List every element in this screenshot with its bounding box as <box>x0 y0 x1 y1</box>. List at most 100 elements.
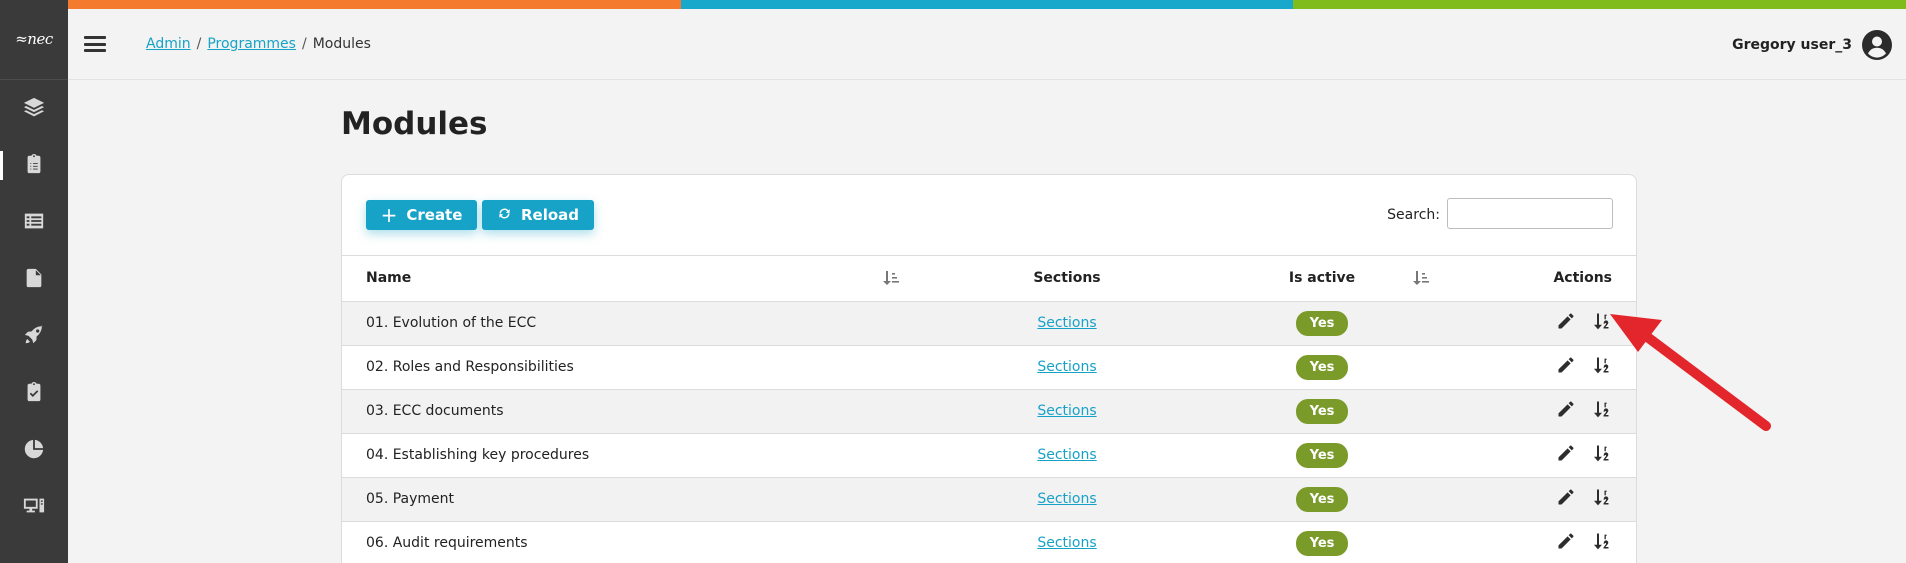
sort-order-icon[interactable] <box>1592 311 1612 331</box>
desktop-icon <box>23 495 45 521</box>
module-name: 03. ECC documents <box>342 389 972 434</box>
column-header-name: Name <box>342 256 882 302</box>
page-title: Modules <box>341 106 488 142</box>
sidebar-item-modules[interactable] <box>0 137 68 194</box>
edit-pencil-icon[interactable] <box>1556 487 1576 507</box>
table-row: 05. Payment Sections Yes <box>342 477 1636 522</box>
actions-cell <box>1452 389 1636 434</box>
actions-cell <box>1452 521 1636 563</box>
rocket-icon <box>23 324 45 350</box>
module-name: 02. Roles and Responsibilities <box>342 345 972 390</box>
modules-table: Name Sections Is active Actions 01. Evol… <box>342 256 1636 563</box>
brand-bar-orange <box>68 0 681 9</box>
table-toolbar: + Create Reload Search: <box>342 175 1636 256</box>
clipboard-check-icon <box>23 381 45 407</box>
sort-amount-down-icon[interactable] <box>882 270 900 286</box>
search-label: Search: <box>1387 207 1440 223</box>
actions-cell <box>1452 301 1636 346</box>
row-actions <box>1556 531 1612 551</box>
sections-link[interactable]: Sections <box>1037 491 1096 507</box>
breadcrumb-link-admin[interactable]: Admin <box>146 36 191 52</box>
sort-order-icon[interactable] <box>1592 443 1612 463</box>
sections-cell: Sections <box>972 345 1162 390</box>
brand-bar-blue <box>680 0 1294 9</box>
user-name: Gregory user_3 <box>1732 36 1852 53</box>
module-name: 06. Audit requirements <box>342 521 972 563</box>
sidebar-item-devices[interactable] <box>0 479 68 536</box>
list-icon <box>23 210 45 236</box>
sort-order-icon[interactable] <box>1592 487 1612 507</box>
sidebar: ≈nec <box>0 0 68 563</box>
layers-icon <box>23 96 45 122</box>
sections-link[interactable]: Sections <box>1037 535 1096 551</box>
column-header-is-active-label: Is active <box>1288 270 1356 287</box>
brand-color-bar <box>68 0 1906 9</box>
actions-cell <box>1452 477 1636 522</box>
create-button[interactable]: + Create <box>366 200 477 230</box>
active-badge: Yes <box>1295 354 1349 380</box>
reload-button[interactable]: Reload <box>482 200 594 230</box>
active-badge: Yes <box>1295 398 1349 424</box>
table-row: 04. Establishing key procedures Sections… <box>342 433 1636 478</box>
plus-icon: + <box>380 203 398 227</box>
clipboard-list-icon <box>23 153 45 179</box>
row-actions <box>1556 443 1612 463</box>
table-row: 06. Audit requirements Sections Yes <box>342 521 1636 563</box>
breadcrumb: Admin / Programmes / Modules <box>146 36 371 52</box>
sidebar-item-reports[interactable] <box>0 422 68 479</box>
is-active-cell: Yes <box>1162 477 1452 522</box>
edit-pencil-icon[interactable] <box>1556 311 1576 331</box>
column-header-is-active[interactable]: Is active <box>1162 256 1452 302</box>
refresh-icon <box>497 206 512 225</box>
pie-chart-icon <box>23 438 45 464</box>
is-active-header-wrap: Is active <box>1192 270 1452 286</box>
module-name: 04. Establishing key procedures <box>342 433 972 478</box>
is-active-cell: Yes <box>1162 433 1452 478</box>
active-badge: Yes <box>1295 530 1349 556</box>
edit-pencil-icon[interactable] <box>1556 531 1576 551</box>
sidebar-item-documents[interactable] <box>0 251 68 308</box>
logo[interactable]: ≈nec <box>0 0 68 80</box>
actions-cell <box>1452 345 1636 390</box>
sort-order-icon[interactable] <box>1592 531 1612 551</box>
brand-bar-green <box>1293 0 1906 9</box>
edit-pencil-icon[interactable] <box>1556 399 1576 419</box>
row-actions <box>1556 355 1612 375</box>
module-name: 05. Payment <box>342 477 972 522</box>
modules-table-body: 01. Evolution of the ECC Sections Yes 02… <box>342 301 1636 563</box>
edit-pencil-icon[interactable] <box>1556 355 1576 375</box>
active-badge: Yes <box>1295 442 1349 468</box>
sidebar-item-layers[interactable] <box>0 80 68 137</box>
user-menu[interactable]: Gregory user_3 <box>1732 9 1892 80</box>
edit-pencil-icon[interactable] <box>1556 443 1576 463</box>
sidebar-item-launch[interactable] <box>0 308 68 365</box>
sidebar-item-assessments[interactable] <box>0 365 68 422</box>
sort-order-icon[interactable] <box>1592 355 1612 375</box>
breadcrumb-separator: / <box>196 36 202 52</box>
sections-link[interactable]: Sections <box>1037 359 1096 375</box>
breadcrumb-link-programmes[interactable]: Programmes <box>207 36 296 52</box>
sections-cell: Sections <box>972 301 1162 346</box>
column-header-sections: Sections <box>972 256 1162 302</box>
sections-link[interactable]: Sections <box>1037 315 1096 331</box>
breadcrumb-separator: / <box>301 36 307 52</box>
sort-amount-down-icon[interactable] <box>1412 270 1430 286</box>
is-active-cell: Yes <box>1162 389 1452 434</box>
sort-name-column[interactable] <box>882 256 972 302</box>
menu-toggle-button[interactable] <box>84 36 106 52</box>
create-button-label: Create <box>406 206 463 224</box>
breadcrumb-current: Modules <box>312 36 371 52</box>
sections-cell: Sections <box>972 477 1162 522</box>
sort-order-icon[interactable] <box>1592 399 1612 419</box>
sidebar-item-list[interactable] <box>0 194 68 251</box>
sections-link[interactable]: Sections <box>1037 403 1096 419</box>
sections-cell: Sections <box>972 433 1162 478</box>
hamburger-line <box>84 49 106 52</box>
table-row: 03. ECC documents Sections Yes <box>342 389 1636 434</box>
column-header-actions: Actions <box>1452 256 1636 302</box>
active-badge: Yes <box>1295 486 1349 512</box>
sections-link[interactable]: Sections <box>1037 447 1096 463</box>
search-input[interactable] <box>1447 198 1613 229</box>
row-actions <box>1556 399 1612 419</box>
user-circle-icon[interactable] <box>1862 29 1892 60</box>
